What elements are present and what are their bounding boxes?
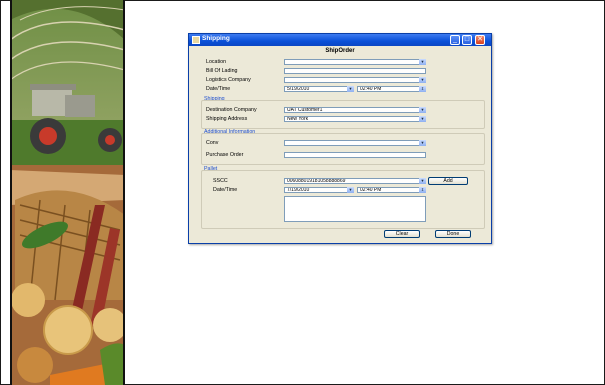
shipping-dialog: Shipping _ □ ✕ ShipOrder Location ▼ Bill… [188, 33, 492, 244]
pallet-date-time-label: Date/Time [213, 187, 238, 193]
purchase-order-input[interactable] [284, 152, 426, 158]
photo-divider-line [123, 0, 125, 385]
close-button[interactable]: ✕ [475, 35, 485, 45]
done-button[interactable]: Done [435, 230, 471, 238]
conv-dropdown[interactable] [284, 140, 426, 146]
destination-dropdown-arrow-icon[interactable]: ▼ [419, 107, 426, 113]
minimize-button[interactable]: _ [450, 35, 460, 45]
logistics-dropdown-arrow-icon[interactable]: ▼ [419, 77, 426, 83]
sscc-dropdown[interactable]: 006088019181058888869 [284, 178, 426, 184]
ship-date-dropdown-icon[interactable]: ▼ [347, 86, 354, 92]
additional-info-group [201, 133, 485, 165]
pallet-date-dropdown-icon[interactable]: ▼ [347, 187, 354, 193]
farm-photo-image [10, 0, 125, 385]
shipping-address-label: Shipping Address [206, 116, 248, 122]
location-dropdown-arrow-icon[interactable]: ▼ [419, 59, 426, 65]
sscc-dropdown-arrow-icon[interactable]: ▼ [419, 178, 426, 184]
logistics-company-dropdown[interactable] [284, 77, 426, 83]
ship-time-picker[interactable]: 02:40 PM [357, 86, 426, 92]
shipping-address-dropdown[interactable]: New York [284, 116, 426, 122]
bill-of-lading-label: Bill Of Lading [206, 68, 238, 74]
pallet-time-picker[interactable]: 02:40 PM [357, 187, 426, 193]
title-bar[interactable]: Shipping _ □ ✕ [189, 34, 491, 46]
left-border-line [10, 0, 12, 385]
ship-date-picker[interactable]: 5/19/2010 [284, 86, 354, 92]
location-label: Location [206, 59, 227, 65]
clear-button[interactable]: Clear [384, 230, 420, 238]
sscc-label: SSCC [213, 178, 228, 184]
logistics-company-label: Logistics Company [206, 77, 251, 83]
conv-dropdown-arrow-icon[interactable]: ▼ [419, 140, 426, 146]
pallet-time-spinner-icon[interactable]: ⇕ [419, 187, 426, 193]
address-dropdown-arrow-icon[interactable]: ▼ [419, 116, 426, 122]
form-heading: ShipOrder [325, 48, 355, 54]
app-icon [192, 36, 200, 44]
conv-label: Conv [206, 140, 219, 146]
date-time-label: Date/Time [206, 86, 231, 92]
location-dropdown[interactable] [284, 59, 426, 65]
destination-company-label: Destination Company [206, 107, 257, 113]
add-button[interactable]: Add [428, 177, 468, 185]
destination-company-dropdown[interactable]: UAT Customer1 [284, 107, 426, 113]
maximize-button[interactable]: □ [462, 35, 472, 45]
pallet-date-picker[interactable]: 7/19/2010 [284, 187, 354, 193]
purchase-order-label: Purchase Order [206, 152, 244, 158]
pallet-list[interactable] [284, 196, 426, 222]
bill-of-lading-input[interactable] [284, 68, 426, 74]
ship-time-spinner-icon[interactable]: ⇕ [419, 86, 426, 92]
shipping-group [201, 100, 485, 129]
window-title: Shipping [202, 35, 230, 42]
